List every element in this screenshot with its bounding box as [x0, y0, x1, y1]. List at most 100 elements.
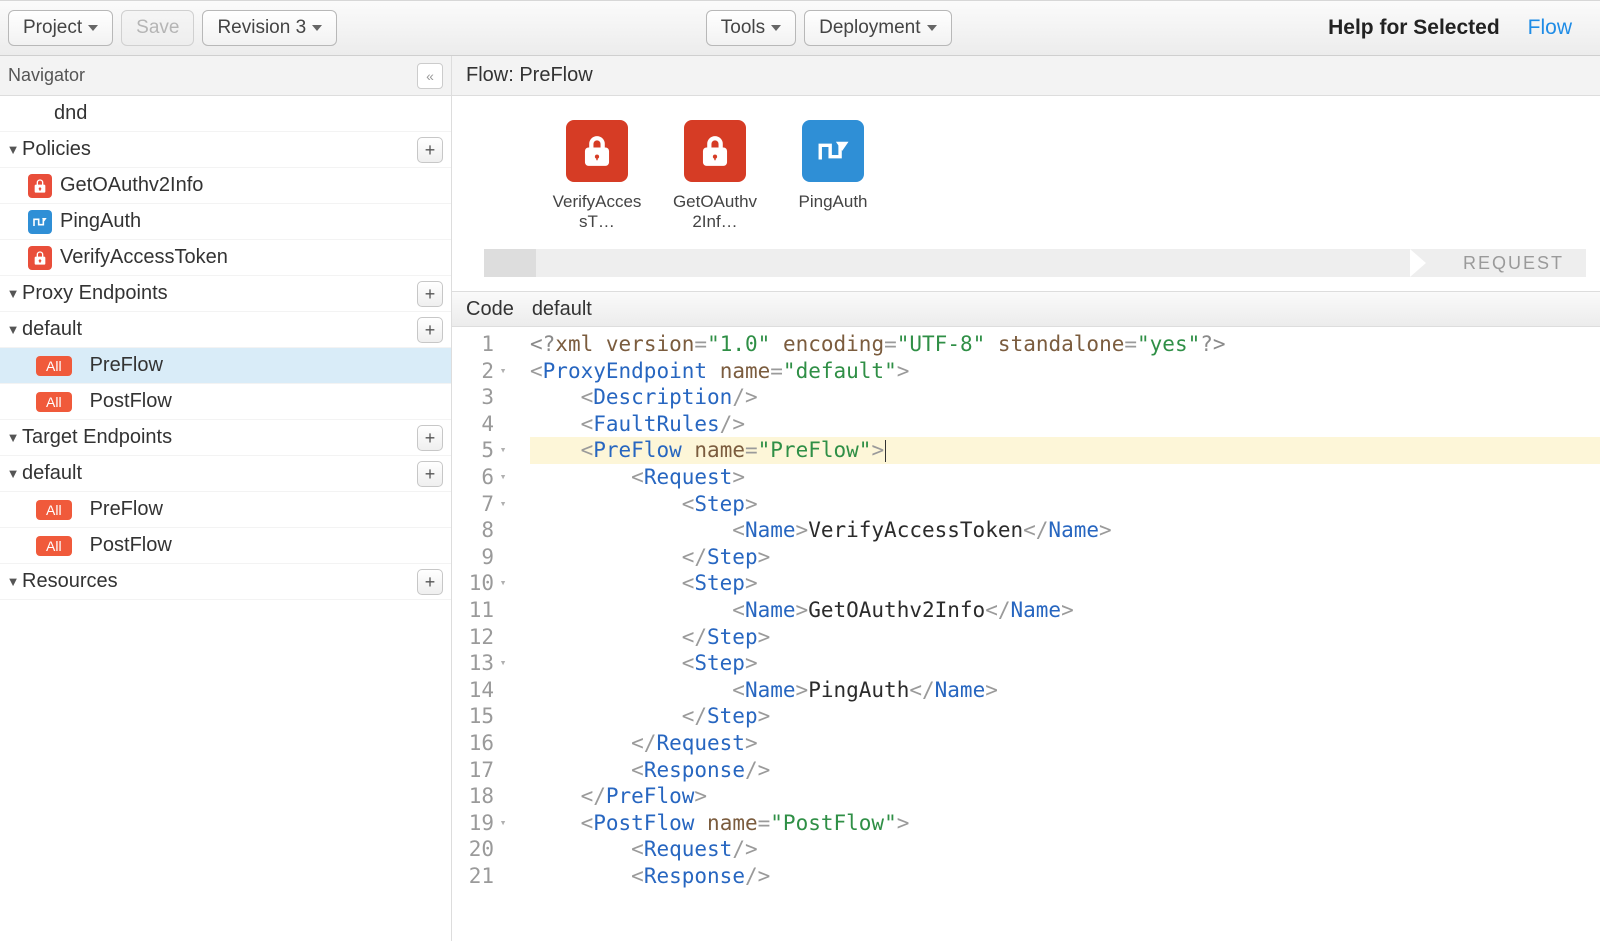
resources-section[interactable]: ▼ Resources +	[0, 564, 451, 600]
add-policy-button[interactable]: +	[417, 137, 443, 163]
code-line[interactable]: <Request/>	[530, 836, 1600, 863]
flow-policy-label: PingAuth	[788, 192, 878, 212]
code-editor[interactable]: 12▾345▾6▾7▾8910▾111213▾141516171819▾2021…	[452, 327, 1600, 941]
fold-icon[interactable]: ▾	[498, 437, 508, 464]
policy-item[interactable]: GetOAuthv2Info	[0, 168, 451, 204]
all-badge: All	[36, 392, 72, 412]
add-proxy-endpoint-button[interactable]: +	[417, 281, 443, 307]
gutter-line: 20	[452, 836, 512, 863]
proxy-endpoint-default[interactable]: ▼ default +	[0, 312, 451, 348]
proxy-endpoints-section[interactable]: ▼ Proxy Endpoints +	[0, 276, 451, 312]
disclosure-open-icon: ▼	[4, 430, 22, 445]
code-line[interactable]: </Request>	[530, 730, 1600, 757]
code-line[interactable]: <?xml version="1.0" encoding="UTF-8" sta…	[530, 331, 1600, 358]
gutter-line: 5▾	[452, 437, 512, 464]
gutter-line: 8	[452, 517, 512, 544]
gutter-line: 12	[452, 624, 512, 651]
all-badge: All	[36, 536, 72, 556]
disclosure-open-icon: ▼	[4, 322, 22, 337]
navigator-panel: Navigator « dnd ▼ Policies + GetOAuthv2I…	[0, 56, 452, 941]
flow-icon	[28, 210, 52, 234]
add-resource-button[interactable]: +	[417, 569, 443, 595]
code-line[interactable]: <PostFlow name="PostFlow">	[530, 810, 1600, 837]
list-icon	[22, 102, 46, 126]
code-line[interactable]: </PreFlow>	[530, 783, 1600, 810]
fold-icon[interactable]: ▾	[498, 464, 508, 491]
add-proxy-flow-button[interactable]: +	[417, 317, 443, 343]
flow-policy-label: VerifyAccessT…	[552, 192, 642, 231]
gutter-line: 17	[452, 757, 512, 784]
code-line[interactable]: <ProxyEndpoint name="default">	[530, 358, 1600, 385]
revision-menu[interactable]: Revision 3	[202, 10, 337, 46]
code-line[interactable]: <Request>	[530, 464, 1600, 491]
flow-item[interactable]: All PreFlow	[0, 492, 451, 528]
line-gutter: 12▾345▾6▾7▾8910▾111213▾141516171819▾2021	[452, 327, 518, 941]
code-line[interactable]: <Response/>	[530, 757, 1600, 784]
fold-icon[interactable]: ▾	[498, 570, 508, 597]
project-menu-label: Project	[23, 17, 82, 39]
code-line[interactable]: </Step>	[530, 544, 1600, 571]
policy-item-label: GetOAuthv2Info	[60, 174, 203, 197]
code-line[interactable]: <Description/>	[530, 384, 1600, 411]
flow-item-label: PreFlow	[90, 498, 163, 521]
fold-icon[interactable]: ▾	[498, 358, 508, 385]
gutter-line: 16	[452, 730, 512, 757]
caret-down-icon	[771, 25, 781, 31]
flow-canvas[interactable]: VerifyAccessT… GetOAuthv2Inf… PingAuth	[452, 96, 1600, 231]
gutter-line: 15	[452, 703, 512, 730]
flow-item-label: PostFlow	[90, 534, 172, 557]
code-line[interactable]: </Step>	[530, 703, 1600, 730]
add-target-flow-button[interactable]: +	[417, 461, 443, 487]
project-menu[interactable]: Project	[8, 10, 113, 46]
deployment-menu[interactable]: Deployment	[804, 10, 951, 46]
code-line[interactable]: <Step>	[530, 650, 1600, 677]
save-button[interactable]: Save	[121, 10, 194, 46]
flow-link[interactable]: Flow	[1520, 16, 1592, 40]
flow-item[interactable]: All PostFlow	[0, 528, 451, 564]
navigator-header: Navigator «	[0, 56, 451, 96]
red-lock-icon	[566, 120, 628, 182]
chevron-right-icon	[1410, 249, 1426, 277]
code-line[interactable]: <Step>	[530, 491, 1600, 518]
tools-menu[interactable]: Tools	[706, 10, 796, 46]
flow-item[interactable]: All PostFlow	[0, 384, 451, 420]
flow-item[interactable]: All PreFlow	[0, 348, 451, 384]
flow-policy-node[interactable]: VerifyAccessT…	[552, 120, 642, 231]
gutter-line: 6▾	[452, 464, 512, 491]
code-line[interactable]: <Step>	[530, 570, 1600, 597]
policy-item[interactable]: VerifyAccessToken	[0, 240, 451, 276]
red-lock-icon	[684, 120, 746, 182]
caret-down-icon	[312, 25, 322, 31]
policies-section[interactable]: ▼ Policies +	[0, 132, 451, 168]
gutter-line: 1	[452, 331, 512, 358]
flow-policy-node[interactable]: GetOAuthv2Inf…	[670, 120, 760, 231]
target-endpoint-default[interactable]: ▼ default +	[0, 456, 451, 492]
add-target-endpoint-button[interactable]: +	[417, 425, 443, 451]
gutter-line: 18	[452, 783, 512, 810]
project-root[interactable]: dnd	[0, 96, 451, 132]
gutter-line: 13▾	[452, 650, 512, 677]
navigator-tree: dnd ▼ Policies + GetOAuthv2Info PingAuth…	[0, 96, 451, 600]
fold-icon[interactable]: ▾	[498, 491, 508, 518]
code-line[interactable]: <Name>GetOAuthv2Info</Name>	[530, 597, 1600, 624]
disclosure-open-icon: ▼	[4, 574, 22, 589]
code-area[interactable]: <?xml version="1.0" encoding="UTF-8" sta…	[518, 327, 1600, 941]
code-line[interactable]: <FaultRules/>	[530, 411, 1600, 438]
gutter-line: 4	[452, 411, 512, 438]
code-line[interactable]: <Name>PingAuth</Name>	[530, 677, 1600, 704]
code-line[interactable]: <Name>VerifyAccessToken</Name>	[530, 517, 1600, 544]
code-line[interactable]: <PreFlow name="PreFlow">	[530, 437, 1600, 464]
fold-icon[interactable]: ▾	[498, 650, 508, 677]
policy-item[interactable]: PingAuth	[0, 204, 451, 240]
caret-down-icon	[927, 25, 937, 31]
target-endpoints-section[interactable]: ▼ Target Endpoints +	[0, 420, 451, 456]
gutter-line: 21	[452, 863, 512, 890]
fold-icon[interactable]: ▾	[498, 810, 508, 837]
help-label: Help for Selected	[1320, 16, 1512, 40]
collapse-sidebar-icon[interactable]: «	[417, 63, 443, 89]
flow-header: Flow: PreFlow	[452, 56, 1600, 96]
flow-policy-node[interactable]: PingAuth	[788, 120, 878, 212]
code-line[interactable]: </Step>	[530, 624, 1600, 651]
policy-item-label: VerifyAccessToken	[60, 246, 228, 269]
code-line[interactable]: <Response/>	[530, 863, 1600, 890]
